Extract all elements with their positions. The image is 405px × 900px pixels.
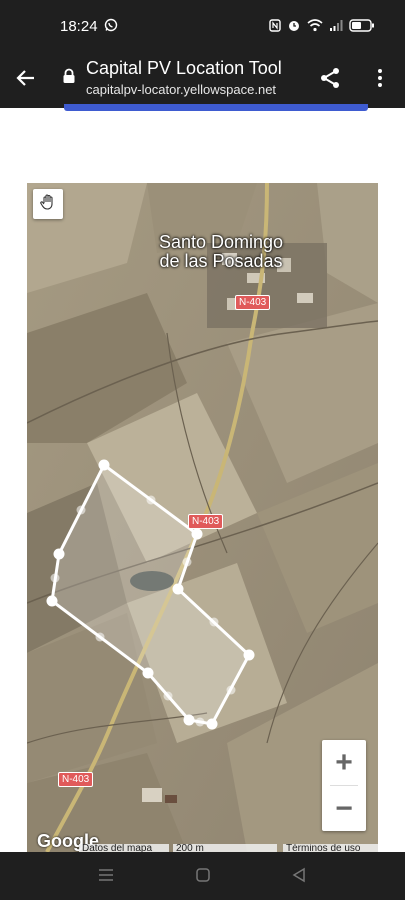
road-label: N-403 [58, 772, 94, 787]
share-icon[interactable] [318, 66, 342, 95]
header-banner-edge [64, 104, 368, 111]
lock-icon [62, 68, 76, 89]
recents-menu-icon[interactable] [97, 866, 115, 889]
back-triangle-icon[interactable] [290, 866, 308, 889]
road-label: N-403 [235, 295, 271, 310]
back-arrow-icon[interactable] [14, 66, 38, 95]
wifi-icon [307, 18, 323, 31]
page-url[interactable]: capitalpv-locator.yellowspace.net [86, 82, 276, 97]
status-bar: 18:24 [0, 0, 405, 52]
nfc-icon [269, 18, 281, 32]
map-scale: 200 m [173, 844, 277, 852]
road-label: N-403 [188, 514, 224, 529]
satellite-map[interactable]: Santo Domingo de las Posadas N-403 N-403… [27, 183, 378, 852]
town-label: Santo Domingo de las Posadas [158, 232, 284, 271]
signal-icon [330, 19, 343, 31]
more-vert-icon[interactable] [368, 66, 392, 95]
hand-icon [39, 193, 57, 216]
whatsapp-icon [104, 18, 118, 37]
system-nav-bar [0, 852, 405, 900]
status-icons [269, 18, 375, 32]
zoom-in-button[interactable]: + [322, 740, 366, 785]
status-time: 18:24 [60, 18, 98, 35]
home-icon[interactable] [194, 866, 212, 889]
app-bar: Capital PV Location Tool capitalpv-locat… [0, 52, 405, 108]
zoom-out-button[interactable]: − [322, 786, 366, 831]
battery-icon [349, 18, 374, 32]
page-title: Capital PV Location Tool [86, 58, 282, 78]
terms-link[interactable]: Términos de uso [283, 844, 378, 852]
map-data-attribution[interactable]: Datos del mapa [79, 844, 169, 852]
alarm-icon [289, 21, 299, 31]
zoom-control: + − [322, 740, 366, 831]
pan-hand-button[interactable] [33, 189, 63, 219]
